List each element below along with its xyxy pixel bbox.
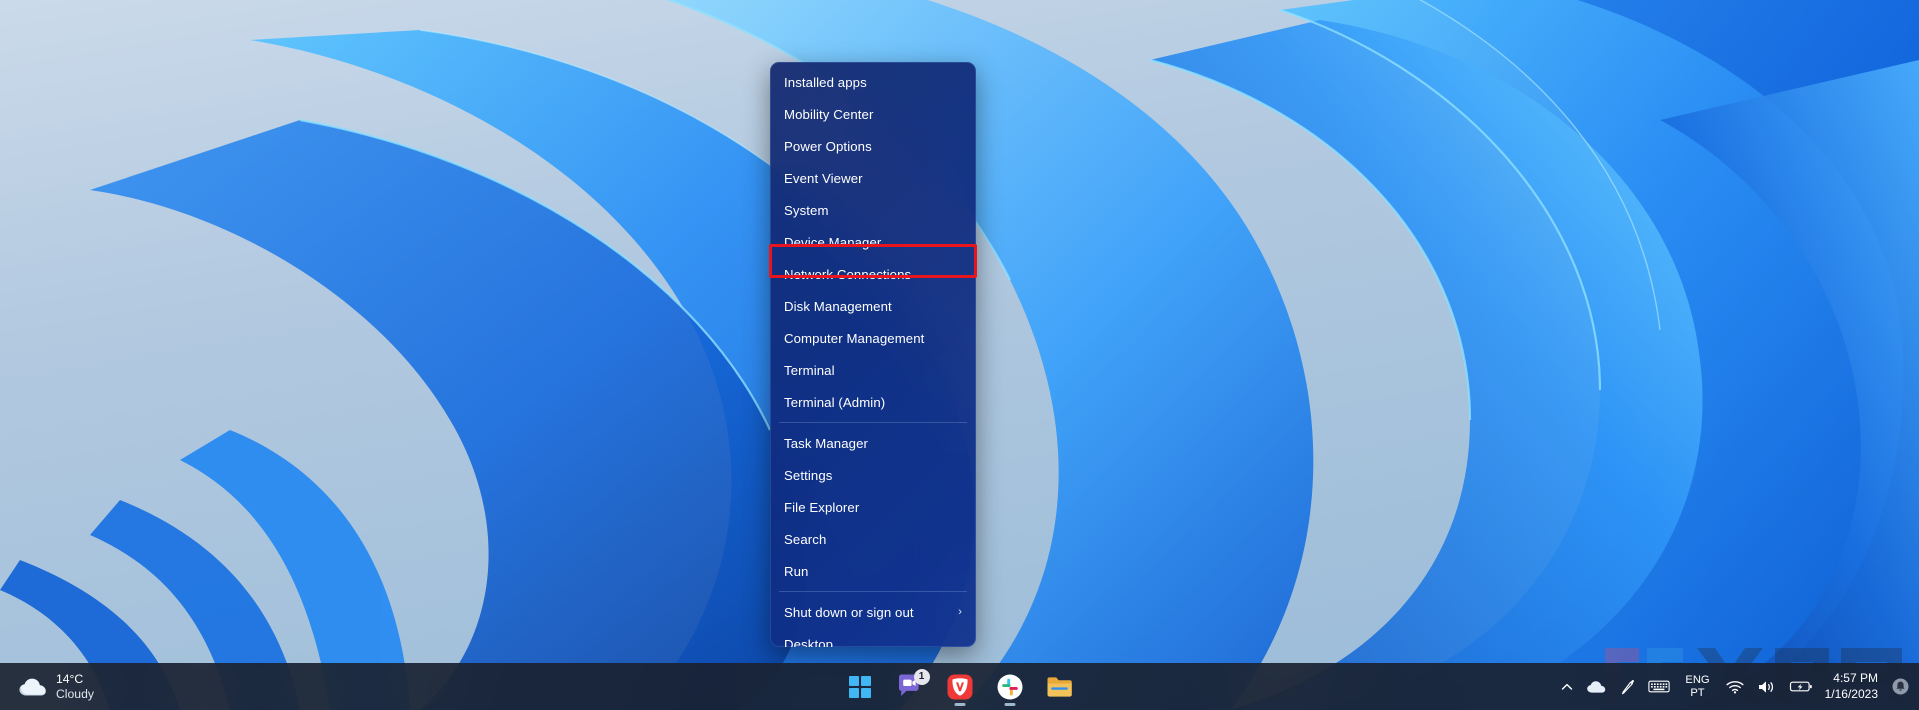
file-explorer-button[interactable] bbox=[1040, 667, 1080, 707]
menu-item-terminal[interactable]: Terminal bbox=[770, 354, 976, 386]
notification-button[interactable] bbox=[1887, 668, 1913, 706]
menu-item-label: Disk Management bbox=[784, 298, 892, 314]
system-tray[interactable]: ENG PT 4:57 PM 1/16/2023 bbox=[1554, 663, 1919, 710]
battery-icon bbox=[1789, 681, 1812, 692]
winx-context-menu[interactable]: Installed apps Mobility Center Power Opt… bbox=[770, 62, 976, 647]
menu-item-label: Mobility Center bbox=[784, 106, 874, 122]
clock-time: 4:57 PM bbox=[1833, 670, 1878, 685]
menu-item-label: Power Options bbox=[784, 138, 872, 154]
taskbar-weather-widget[interactable]: 14°C Cloudy bbox=[0, 667, 104, 707]
menu-item-label: Terminal bbox=[784, 362, 835, 378]
taskbar-pinned-apps[interactable]: 1 bbox=[840, 663, 1080, 710]
menu-item-search[interactable]: Search bbox=[770, 523, 976, 555]
folder-icon bbox=[1047, 676, 1072, 697]
slack-button[interactable] bbox=[990, 667, 1030, 707]
weather-text: 14°C Cloudy bbox=[56, 672, 94, 701]
taskbar[interactable]: 14°C Cloudy 1 ENG PT 4:57 PM 1/16/2023 bbox=[0, 663, 1919, 710]
onedrive-button[interactable] bbox=[1580, 668, 1614, 706]
menu-item-label: Search bbox=[784, 531, 827, 547]
menu-separator bbox=[779, 591, 967, 592]
vivaldi-button[interactable] bbox=[940, 667, 980, 707]
menu-item-desktop[interactable]: Desktop bbox=[770, 628, 976, 648]
menu-item-task-manager[interactable]: Task Manager bbox=[770, 427, 976, 459]
desktop-screen: Installed apps Mobility Center Power Opt… bbox=[0, 0, 1919, 710]
menu-separator bbox=[779, 422, 967, 423]
battery-button[interactable] bbox=[1783, 668, 1819, 706]
speaker-icon bbox=[1758, 680, 1773, 693]
cloud-onedrive-icon bbox=[1587, 680, 1606, 693]
clock-date: 1/16/2023 bbox=[1824, 686, 1878, 701]
menu-item-terminal-admin[interactable]: Terminal (Admin) bbox=[770, 386, 976, 418]
language-primary: ENG bbox=[1685, 673, 1710, 686]
bell-icon bbox=[1892, 678, 1908, 695]
menu-item-label: Event Viewer bbox=[784, 170, 863, 186]
language-indicator[interactable]: ENG PT bbox=[1676, 674, 1718, 700]
slack-icon bbox=[997, 674, 1022, 699]
language-secondary: PT bbox=[1690, 686, 1705, 699]
menu-item-event-viewer[interactable]: Event Viewer bbox=[770, 162, 976, 194]
vivaldi-icon bbox=[947, 674, 972, 699]
chat-unread-badge: 1 bbox=[913, 668, 930, 685]
menu-item-device-manager[interactable]: Device Manager bbox=[770, 226, 976, 258]
menu-item-file-explorer[interactable]: File Explorer bbox=[770, 491, 976, 523]
touch-keyboard-icon bbox=[1648, 680, 1671, 693]
menu-item-system[interactable]: System bbox=[770, 194, 976, 226]
menu-item-label: Shut down or sign out bbox=[784, 604, 914, 620]
menu-item-label: System bbox=[784, 202, 829, 218]
chevron-up-icon bbox=[1562, 683, 1573, 690]
start-button[interactable] bbox=[840, 667, 880, 707]
menu-item-settings[interactable]: Settings bbox=[770, 459, 976, 491]
taskbar-clock[interactable]: 4:57 PM 1/16/2023 bbox=[1819, 671, 1887, 702]
menu-item-label: Desktop bbox=[784, 636, 834, 648]
menu-item-run[interactable]: Run bbox=[770, 555, 976, 587]
menu-item-power-options[interactable]: Power Options bbox=[770, 130, 976, 162]
menu-item-label: Run bbox=[784, 563, 809, 579]
pen-icon bbox=[1622, 679, 1635, 694]
tray-overflow-button[interactable] bbox=[1554, 668, 1580, 706]
menu-item-network-connections[interactable]: Network Connections bbox=[770, 258, 976, 290]
menu-item-mobility-center[interactable]: Mobility Center bbox=[770, 98, 976, 130]
menu-item-label: Settings bbox=[784, 467, 833, 483]
menu-item-label: Computer Management bbox=[784, 330, 925, 346]
menu-item-label: Device Manager bbox=[784, 234, 882, 250]
menu-item-label: Terminal (Admin) bbox=[784, 394, 886, 410]
menu-item-label: File Explorer bbox=[784, 499, 860, 515]
volume-button[interactable] bbox=[1751, 668, 1783, 706]
pen-button[interactable] bbox=[1614, 668, 1642, 706]
chevron-right-icon: › bbox=[958, 606, 962, 618]
wifi-icon bbox=[1726, 680, 1744, 694]
touch-keyboard-button[interactable] bbox=[1642, 668, 1676, 706]
menu-item-computer-management[interactable]: Computer Management bbox=[770, 322, 976, 354]
weather-temperature: 14°C bbox=[56, 672, 84, 687]
menu-item-label: Task Manager bbox=[784, 435, 869, 451]
running-indicator bbox=[954, 702, 965, 706]
menu-item-disk-management[interactable]: Disk Management bbox=[770, 290, 976, 322]
menu-item-label: Network Connections bbox=[784, 266, 912, 282]
chat-button[interactable]: 1 bbox=[890, 667, 930, 707]
running-indicator bbox=[1004, 702, 1015, 706]
network-button[interactable] bbox=[1719, 668, 1751, 706]
menu-item-shut-down-or-sign-out[interactable]: Shut down or sign out › bbox=[770, 596, 976, 628]
menu-item-installed-apps[interactable]: Installed apps bbox=[770, 66, 976, 98]
windows-logo-icon bbox=[848, 675, 871, 698]
cloud-icon bbox=[19, 678, 46, 695]
weather-condition: Cloudy bbox=[56, 686, 94, 701]
menu-item-label: Installed apps bbox=[784, 74, 867, 90]
